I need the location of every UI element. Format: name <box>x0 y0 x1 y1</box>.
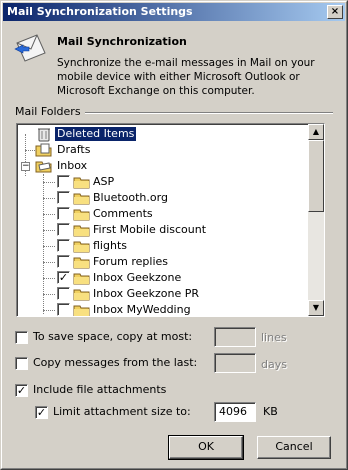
scroll-down-button[interactable]: ▼ <box>308 300 324 316</box>
tree-item-asp[interactable]: ASP <box>17 174 309 190</box>
tree-item-label: Drafts <box>57 143 91 156</box>
tree-item-inbox-geekzone[interactable]: ✓ Inbox Geekzone <box>17 270 309 286</box>
include-attachments-label: Include file attachments <box>33 383 167 396</box>
folder-checkbox[interactable] <box>57 175 70 188</box>
folder-icon <box>73 206 91 221</box>
folder-checkbox[interactable] <box>57 207 70 220</box>
folder-icon <box>73 254 91 269</box>
tree-scrollbar[interactable]: ▲ ▼ <box>308 124 324 316</box>
folder-icon <box>73 238 91 253</box>
tree-item-label: Inbox MyWedding <box>93 303 191 316</box>
tree-item-deleted-items[interactable]: Deleted Items <box>17 126 309 142</box>
group-divider <box>75 112 333 114</box>
folder-icon <box>73 302 91 316</box>
folder-checkbox[interactable] <box>57 223 70 236</box>
folder-checkbox-checked[interactable]: ✓ <box>57 271 70 284</box>
tree-item-label: Inbox <box>57 159 88 172</box>
tree-item-inbox[interactable]: − Inbox <box>17 158 309 174</box>
copy-from-last-checkbox[interactable] <box>15 357 28 370</box>
header-title: Mail Synchronization <box>57 35 187 48</box>
tree-item-label: Inbox Geekzone PR <box>93 287 200 300</box>
tree-item-bluetooth-org[interactable]: Bluetooth.org <box>17 190 309 206</box>
close-button[interactable]: × <box>327 5 343 19</box>
tree-item-label: ASP <box>93 175 115 188</box>
tree-item-first-mobile-discount[interactable]: First Mobile discount <box>17 222 309 238</box>
scroll-up-button[interactable]: ▲ <box>308 124 324 140</box>
tree-item-inbox-geekzone-pr[interactable]: Inbox Geekzone PR <box>17 286 309 302</box>
tree-item-drafts[interactable]: Drafts <box>17 142 309 158</box>
drafts-folder-icon <box>35 142 53 157</box>
dialog-window: Mail Synchronization Settings × Mail Syn… <box>0 0 348 470</box>
inbox-folder-icon <box>35 158 53 173</box>
tree-item-label: Deleted Items <box>53 126 138 142</box>
folder-checkbox[interactable] <box>57 255 70 268</box>
days-unit-label: days <box>261 358 287 371</box>
max-lines-input[interactable] <box>214 327 256 347</box>
days-input[interactable] <box>214 353 256 373</box>
cancel-button[interactable]: Cancel <box>257 436 331 459</box>
limit-attachment-label: Limit attachment size to: <box>53 405 191 418</box>
folder-checkbox[interactable] <box>57 239 70 252</box>
folder-checkbox[interactable] <box>57 303 70 316</box>
tree-item-forum-replies[interactable]: Forum replies <box>17 254 309 270</box>
save-space-label: To save space, copy at most: <box>33 330 193 343</box>
attachment-size-input[interactable]: 4096 <box>214 402 256 422</box>
tree-item-label: Bluetooth.org <box>93 191 168 204</box>
mail-envelope-icon <box>13 31 47 65</box>
tree-item-flights[interactable]: flights <box>17 238 309 254</box>
tree-item-comments[interactable]: Comments <box>17 206 309 222</box>
close-icon: × <box>330 6 340 17</box>
lines-unit-label: lines <box>261 331 287 344</box>
arrow-down-icon: ▼ <box>312 303 320 312</box>
folder-icon <box>73 174 91 189</box>
limit-attachment-checkbox[interactable]: ✓ <box>35 406 48 419</box>
mail-folders-label: Mail Folders <box>15 105 85 118</box>
scroll-thumb[interactable] <box>308 140 324 212</box>
kb-unit-label: KB <box>263 405 278 418</box>
include-attachments-checkbox[interactable]: ✓ <box>15 384 28 397</box>
folder-tree[interactable]: Deleted Items Drafts − Inbox ASP Bluetoo… <box>16 123 325 317</box>
tree-item-label: First Mobile discount <box>93 223 207 236</box>
title-bar[interactable]: Mail Synchronization Settings × <box>3 3 345 21</box>
collapse-icon[interactable]: − <box>21 162 30 171</box>
arrow-up-icon: ▲ <box>312 127 320 136</box>
folder-checkbox[interactable] <box>57 287 70 300</box>
folder-icon <box>73 190 91 205</box>
save-space-checkbox[interactable] <box>15 331 28 344</box>
ok-button[interactable]: OK <box>168 435 244 460</box>
folder-icon <box>73 222 91 237</box>
trash-folder-icon <box>35 126 53 142</box>
tree-item-label: Forum replies <box>93 255 169 268</box>
folder-icon <box>73 270 91 285</box>
window-title: Mail Synchronization Settings <box>7 5 193 18</box>
tree-item-label: flights <box>93 239 127 252</box>
folder-icon <box>73 286 91 301</box>
tree-item-label: Comments <box>93 207 153 220</box>
tree-item-inbox-mywedding[interactable]: Inbox MyWedding <box>17 302 309 316</box>
folder-checkbox[interactable] <box>57 191 70 204</box>
header-description: Synchronize the e-mail messages in Mail … <box>57 57 315 97</box>
copy-from-last-label: Copy messages from the last: <box>33 356 198 369</box>
tree-item-label: Inbox Geekzone <box>93 271 182 284</box>
